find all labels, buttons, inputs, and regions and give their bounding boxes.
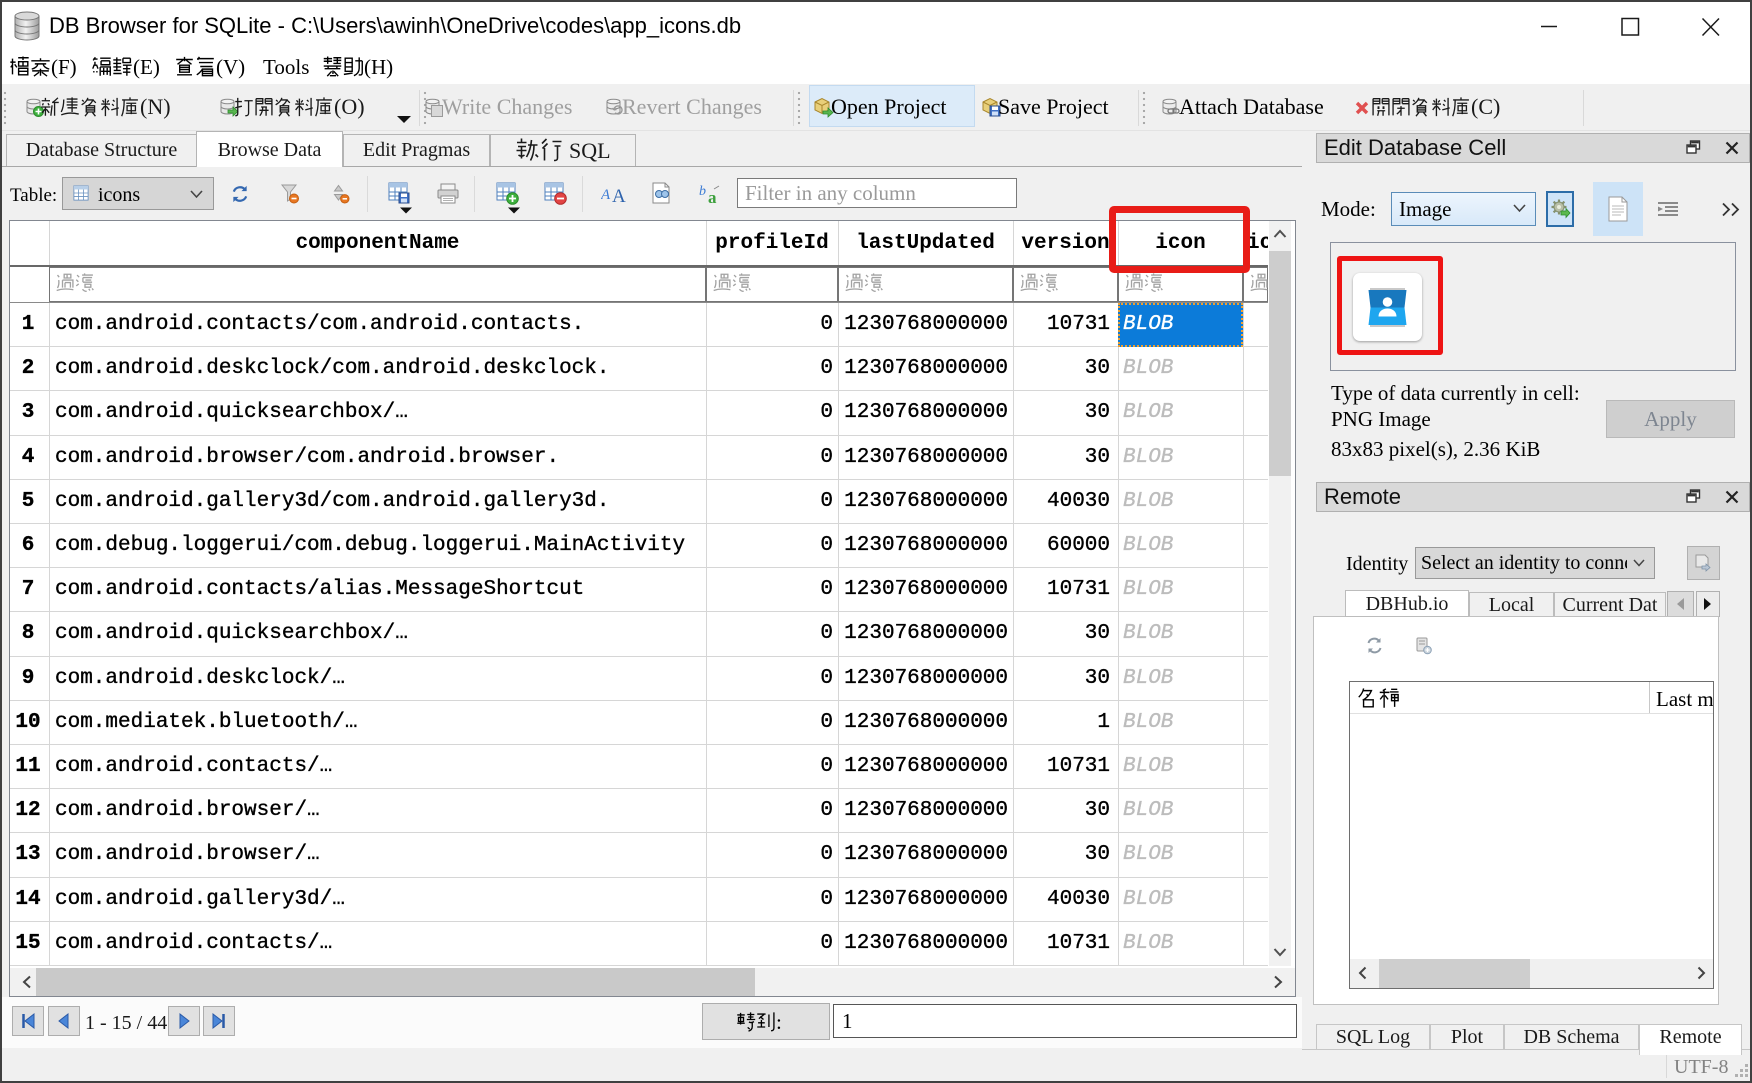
- svg-text:A: A: [601, 187, 611, 203]
- svg-text:b: b: [699, 184, 706, 199]
- svg-text:a: a: [708, 188, 717, 205]
- svg-text:A: A: [612, 186, 626, 204]
